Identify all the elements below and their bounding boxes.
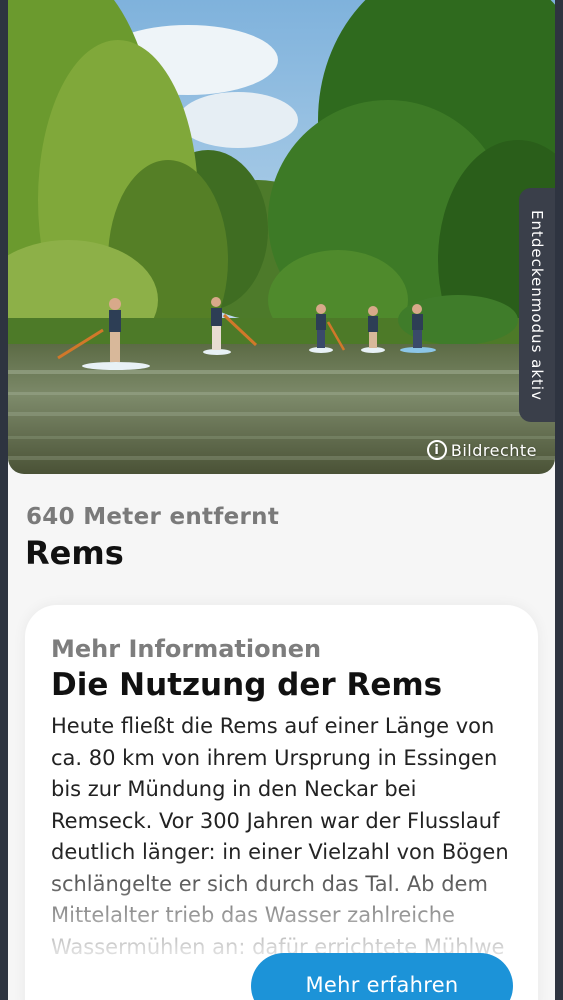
hero-image: i Bildrechte (8, 0, 555, 474)
place-title: Rems (25, 534, 124, 572)
info-card: Mehr Informationen Die Nutzung der Rems … (25, 605, 538, 1000)
info-card-title: Die Nutzung der Rems (51, 667, 443, 703)
discover-mode-label: Entdeckenmodus aktiv (528, 209, 546, 401)
discover-mode-tab[interactable]: Entdeckenmodus aktiv (519, 188, 555, 422)
more-info-button[interactable]: Mehr erfahren (251, 953, 513, 1000)
image-credit-label: Bildrechte (450, 440, 537, 460)
river-photo (8, 0, 555, 474)
info-card-subtitle: Mehr Informationen (51, 635, 322, 663)
app-screen: i Bildrechte Entdeckenmodus aktiv 640 Me… (8, 0, 555, 1000)
info-icon: i (426, 440, 447, 460)
image-credit[interactable]: i Bildrechte (426, 440, 537, 460)
distance-label: 640 Meter entfernt (26, 504, 280, 530)
